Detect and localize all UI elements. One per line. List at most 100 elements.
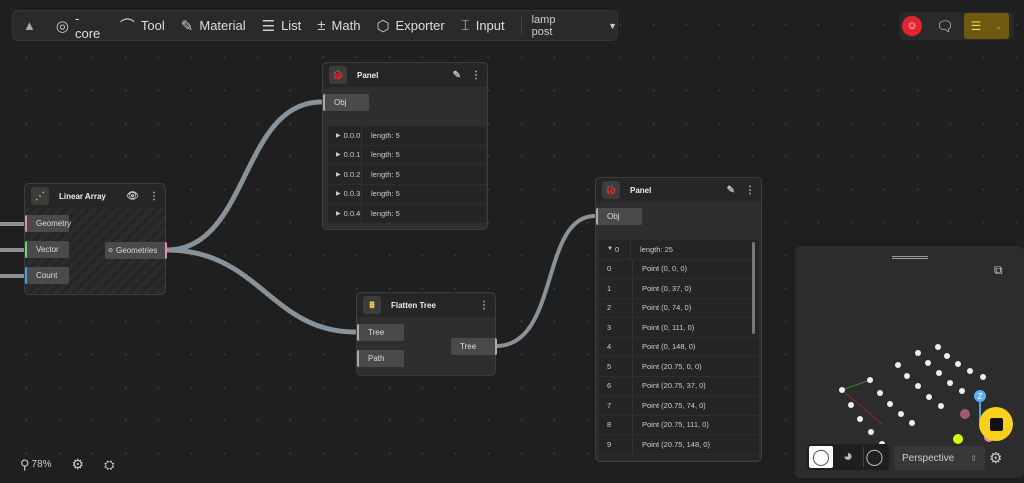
list-item[interactable]: 7 Point (20.75, 74, 0) xyxy=(599,396,759,416)
point-marker xyxy=(867,377,873,383)
point-marker xyxy=(935,344,941,350)
settings-icon[interactable]: ⚙ xyxy=(72,456,85,473)
wireframe-mode-icon[interactable]: ◯ xyxy=(863,447,885,467)
project-select[interactable]: lamp post ▼ xyxy=(532,14,617,38)
list-item[interactable]: 5 Point (20.75, 0, 0) xyxy=(599,357,759,377)
eye-icon[interactable]: 👁 xyxy=(126,191,139,202)
key-text: 6 xyxy=(607,381,612,391)
list-item[interactable]: ▶ 0.0.0 length: 5 xyxy=(328,126,486,146)
more-icon[interactable]: ⋮ xyxy=(471,70,481,81)
node-header[interactable]: 🐞 Panel ✎ ⋮ xyxy=(323,63,487,87)
key: 3 xyxy=(599,318,633,337)
list-item[interactable]: 9 Point (20.75, 148, 0) xyxy=(599,435,759,455)
input-vector[interactable]: Vector xyxy=(25,241,69,258)
input-path[interactable]: Path xyxy=(357,350,404,367)
key-text: 4 xyxy=(607,342,612,352)
label: Vector xyxy=(36,245,59,254)
list-item[interactable]: ▶ 0.0.1 length: 5 xyxy=(328,145,486,165)
caret-right-icon: ▶ xyxy=(336,191,341,198)
value: Point (20.75, 0, 0) xyxy=(642,361,702,371)
toolbar-input[interactable]: ⌶ Input xyxy=(461,17,505,34)
key-text: 0.0.2 xyxy=(343,169,361,179)
zoom-control[interactable]: ⚲ 78% xyxy=(20,457,52,473)
toolbar-math[interactable]: ± Math xyxy=(317,17,360,34)
point-marker xyxy=(877,390,883,396)
input-obj[interactable]: Obj xyxy=(596,208,642,225)
node-header[interactable]: ⩩ Flatten Tree ⋮ xyxy=(357,293,495,317)
output-geometries[interactable]: ⊘ Geometries xyxy=(105,242,167,259)
panel-node-2[interactable]: 🐞 Panel ✎ ⋮ Obj ▼ 0 length: 25 0 Point (0, 0, … xyxy=(595,177,762,462)
label: Tree xyxy=(368,328,385,337)
math-icon: ± xyxy=(317,17,326,34)
input-obj[interactable]: Obj xyxy=(323,94,369,111)
label: List xyxy=(281,18,302,33)
pencil-icon[interactable]: ✎ xyxy=(453,70,461,81)
list-header-row[interactable]: ▼ 0 length: 25 xyxy=(599,240,759,260)
engine-icon[interactable]: ⛭ xyxy=(104,457,114,473)
list-item[interactable]: ▶ 0.0.2 length: 5 xyxy=(328,165,486,185)
key: 1 xyxy=(599,279,633,298)
list-item[interactable]: 6 Point (20.75, 37, 0) xyxy=(599,376,759,396)
project-name: lamp post xyxy=(531,13,556,38)
key: ▶ 0.0.2 xyxy=(328,165,362,184)
more-icon[interactable]: ⋮ xyxy=(745,185,755,196)
node-header[interactable]: 🐞 Panel ✎ ⋮ xyxy=(596,178,761,202)
bezier-icon: ⌒ xyxy=(119,18,135,35)
zoom-level: 78% xyxy=(31,459,52,470)
avatar[interactable]: ☺ xyxy=(902,16,922,36)
toolbar-core[interactable]: ◎ -core xyxy=(56,11,104,41)
list-item[interactable]: 0 Point (0, 0, 0) xyxy=(599,259,759,279)
input-count[interactable]: Count xyxy=(25,267,69,284)
list-item[interactable]: 8 Point (20.75, 111, 0) xyxy=(599,415,759,435)
label: Path xyxy=(368,354,385,363)
more-icon[interactable]: ⋮ xyxy=(149,191,159,202)
list-item[interactable]: 2 Point (0, 74, 0) xyxy=(599,298,759,318)
comment-icon[interactable]: 🗨 xyxy=(936,18,954,35)
caret-right-icon: ▶ xyxy=(336,152,341,159)
panel-node-1[interactable]: 🐞 Panel ✎ ⋮ Obj ▶ 0.0.0 length: 5 ▶ 0.0.1 length… xyxy=(322,62,488,230)
list-item[interactable]: 4 Point (0, 148, 0) xyxy=(599,337,759,357)
toolbar-material[interactable]: ✎ Material xyxy=(181,17,246,35)
key: 2 xyxy=(599,298,633,317)
shaded-mode-icon[interactable]: ◯ xyxy=(809,446,833,468)
list-item[interactable]: 1 Point (0, 37, 0) xyxy=(599,279,759,299)
toolbar-tool[interactable]: ⌒ Tool xyxy=(120,15,165,36)
point-marker xyxy=(967,368,973,374)
output-tree[interactable]: Tree xyxy=(451,338,497,355)
label: Count xyxy=(36,271,58,280)
camera-label: Perspective xyxy=(902,452,955,464)
input-tree[interactable]: Tree xyxy=(357,324,404,341)
pencil-icon[interactable]: ✎ xyxy=(727,185,735,196)
3d-viewport[interactable]: ⧉ Z ◯ ◕ ◯ Perspective ⇕ ⚙ xyxy=(795,246,1024,478)
list-item[interactable]: ▶ 0.0.3 length: 5 xyxy=(328,184,486,204)
chat-icon xyxy=(989,417,1003,431)
panel-list: ▶ 0.0.0 length: 5 ▶ 0.0.1 length: 5 ▶ 0.0.2 leng… xyxy=(328,126,486,224)
list-item[interactable]: 3 Point (0, 111, 0) xyxy=(599,318,759,338)
key-text: 2 xyxy=(607,303,612,313)
linear-array-node[interactable]: ⋰ Linear Array 👁 ⋮ Geometry Vector Count ⊘ G… xyxy=(24,183,167,295)
label: Tree xyxy=(460,342,477,351)
toolbar-exporter[interactable]: ⬡ Exporter xyxy=(376,17,444,35)
value: Point (20.75, 74, 0) xyxy=(642,400,706,410)
bottom-bar: ⚲ 78% ⚙ ⛭ xyxy=(20,456,115,473)
node-header[interactable]: ⋰ Linear Array 👁 ⋮ xyxy=(25,184,165,208)
logo-icon[interactable]: ▲ xyxy=(23,18,36,33)
flatten-tree-node[interactable]: ⩩ Flatten Tree ⋮ Tree Path Tree xyxy=(356,292,497,376)
viewport-settings-icon[interactable]: ⚙ xyxy=(989,449,1002,467)
settings-dropdown[interactable]: ☰ ⌄ xyxy=(963,13,1009,39)
chat-support-button[interactable] xyxy=(979,407,1013,441)
input-geometry[interactable]: Geometry xyxy=(25,215,71,232)
toolbar-list[interactable]: ☰ List xyxy=(262,17,302,35)
more-icon[interactable]: ⋮ xyxy=(479,300,489,311)
list-item[interactable]: ▶ 0.0.4 length: 5 xyxy=(328,204,486,224)
point-marker xyxy=(959,388,965,394)
key: 4 xyxy=(599,337,633,356)
label: Obj xyxy=(607,212,620,221)
material-mode-icon[interactable]: ◕ xyxy=(837,448,859,466)
search-icon: ⚲ xyxy=(20,456,30,472)
value: length: 5 xyxy=(371,150,400,160)
scrollbar[interactable] xyxy=(752,242,755,334)
camera-select[interactable]: Perspective ⇕ xyxy=(894,446,985,470)
value: Point (0, 74, 0) xyxy=(642,303,692,313)
value: Point (0, 0, 0) xyxy=(642,264,688,274)
